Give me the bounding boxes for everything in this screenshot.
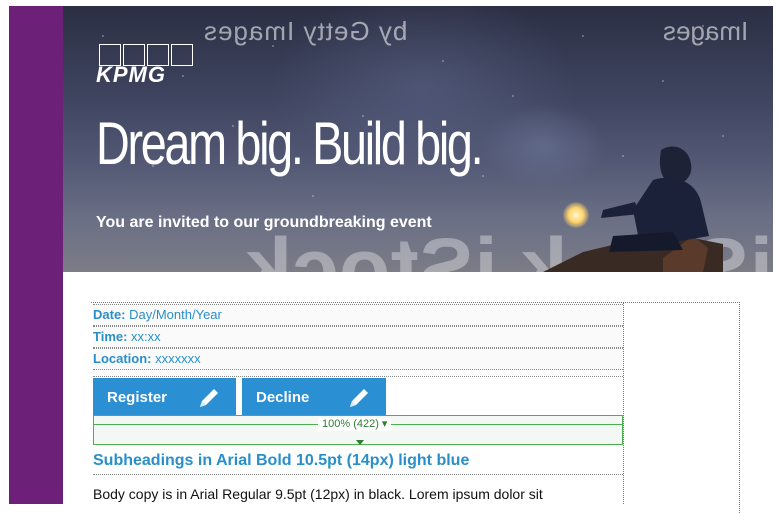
register-label: Register (107, 388, 168, 406)
register-button[interactable]: Register (93, 378, 236, 416)
buttons-row: Register Decline (93, 376, 623, 416)
watermark-top-right: Images (663, 16, 749, 46)
selection-size-badge[interactable]: 100% (422) ▾ (318, 418, 392, 431)
body-copy-text: Body copy is in Arial Regular 9.5pt (12p… (93, 486, 543, 502)
content-area: Date: Day/Month/Year Time: xx:xx Locatio… (63, 272, 773, 513)
location-label: Location: (93, 351, 152, 366)
watermark-top: by Getty Images (203, 16, 408, 46)
date-row[interactable]: Date: Day/Month/Year (93, 304, 623, 326)
pencil-icon (200, 389, 218, 407)
location-row[interactable]: Location: xxxxxxx (93, 348, 623, 370)
selection-band[interactable]: 100% (422) ▾ (93, 415, 623, 445)
date-value: Day/Month/Year (125, 307, 222, 322)
decline-button[interactable]: Decline (242, 378, 386, 416)
column-divider (623, 302, 624, 504)
time-row[interactable]: Time: xx:xx (93, 326, 623, 348)
location-value: xxxxxxx (151, 351, 201, 366)
decline-label: Decline (256, 388, 310, 406)
hero-banner: by Getty Images Images iStock iStock KPM… (63, 6, 773, 272)
hero-invitation: You are invited to our groundbreaking ev… (96, 214, 432, 231)
hero-headline: Dream big. Build big. (96, 110, 484, 177)
kpmg-logo: KPMG (96, 62, 166, 87)
pencil-icon (350, 389, 368, 407)
seated-person-illustration-icon (543, 146, 723, 272)
selection-marker-icon (356, 440, 364, 445)
left-purple-bar (9, 6, 63, 504)
time-value: xx:xx (127, 329, 161, 344)
date-label: Date: (93, 307, 126, 322)
time-label: Time: (93, 329, 128, 344)
subheading-text: Subheadings in Arial Bold 10.5pt (14px) … (93, 452, 623, 475)
